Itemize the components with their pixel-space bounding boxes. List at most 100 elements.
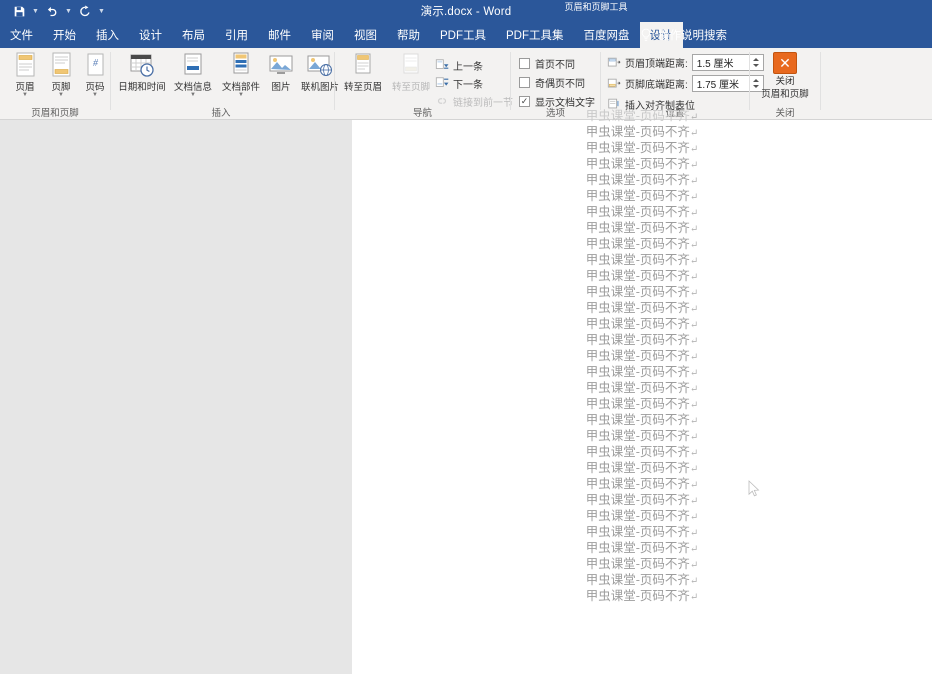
document-body-line-text: 甲虫课堂-页码不齐 [585,220,690,235]
tab-pdf-tools[interactable]: PDF工具 [430,22,496,48]
tab-home[interactable]: 开始 [43,22,86,48]
date-time-button-label: 日期和时间 [118,82,166,93]
document-body-line-text: 甲虫课堂-页码不齐 [585,236,690,251]
footer-region[interactable]: 页脚 ↵ ▸ [352,602,932,674]
close-header-footer-label-line2: 页眉和页脚 [761,89,809,100]
document-title: 演示.docx - Word [420,6,512,18]
save-icon-svg [14,6,24,16]
paragraph-mark: ↵ [689,400,699,411]
paragraph-mark: ↵ [689,176,699,187]
tab-layout[interactable]: 布局 [172,22,215,48]
paragraph-mark: ↵ [689,448,699,459]
undo-dropdown-caret[interactable]: ▼ [30,1,41,21]
tab-baidu-netdisk[interactable]: 百度网盘 [574,22,640,48]
document-body-line: 甲虫课堂-页码不齐↵ [352,572,932,588]
customize-qat-caret[interactable]: ▼ [96,1,107,21]
paragraph-mark: ↵ [689,144,699,155]
tab-insert[interactable]: 插入 [86,22,129,48]
footer-distance-icon [607,78,621,87]
document-body-line-text: 甲虫课堂-页码不齐 [585,444,690,459]
document-body-line-text: 甲虫课堂-页码不齐 [585,156,690,171]
document-body-line-text: 甲虫课堂-页码不齐 [585,524,690,539]
document-page[interactable]: 甲虫课堂-页码不齐↵ 甲虫课堂-页码不齐↵ 甲虫课堂-页码不齐↵ 甲虫课堂-页码不齐↵… [352,108,932,674]
document-body-line: 甲虫课堂-页码不齐↵ [352,412,932,428]
redo-dropdown-caret[interactable]: ▼ [63,1,74,21]
save-icon[interactable] [8,1,30,21]
tab-mailings[interactable]: 邮件 [258,22,301,48]
redo-icon[interactable] [74,1,96,21]
tab-help[interactable]: 帮助 [387,22,430,48]
header-button-caret[interactable]: ▼ [22,92,28,98]
document-body-line-text: 甲虫课堂-页码不齐 [585,188,690,203]
tab-view[interactable]: 视图 [344,22,387,48]
doc-parts-button-caret[interactable]: ▼ [238,92,244,98]
header-distance-label: 页眉顶端距离: [625,59,688,70]
footer-distance-label: 页脚底端距离: [625,80,688,91]
document-body-line: 甲虫课堂-页码不齐↵ [352,188,932,204]
checkbox-different-odd-even[interactable]: 奇偶页不同 [519,75,585,90]
document-body-line: 甲虫课堂-页码不齐↵ [352,380,932,396]
document-body-line: 甲虫课堂-页码不齐↵ [352,396,932,412]
document-body-line: 甲虫课堂-页码不齐↵ [352,540,932,556]
document-body-line-text: 甲虫课堂-页码不齐 [585,476,690,491]
tab-references[interactable]: 引用 [215,22,258,48]
checkbox-different-odd-even-box[interactable] [519,77,530,88]
previous-button-label: 上一条 [453,61,483,73]
document-body-line: 甲虫课堂-页码不齐↵ [352,460,932,476]
date-time-icon [130,54,154,77]
date-time-button[interactable]: 日期和时间 [115,51,169,107]
close-header-footer-button[interactable]: ✕ 关闭 页眉和页脚 [756,52,814,110]
document-body-line-text: 甲虫课堂-页码不齐 [585,492,690,507]
paragraph-mark: ↵ [689,320,699,331]
document-body-line-text: 甲虫课堂-页码不齐 [585,380,690,395]
tab-review[interactable]: 审阅 [301,22,344,48]
paragraph-mark: ↵ [689,128,699,139]
document-body-line-text: 甲虫课堂-页码不齐 [585,108,690,123]
document-body-line-text: 甲虫课堂-页码不齐 [585,284,690,299]
document-body-line: 甲虫课堂-页码不齐↵ [352,492,932,508]
checkbox-different-first-page-box[interactable] [519,58,530,69]
checkbox-different-first-page[interactable]: 首页不同 [519,56,575,71]
tab-pdf-toolset[interactable]: PDF工具集 [496,22,574,48]
footer-button-caret[interactable]: ▼ [58,92,64,98]
paragraph-mark: ↵ [689,368,699,379]
document-body-line-text: 甲虫课堂-页码不齐 [585,172,690,187]
document-body-line-text: 甲虫课堂-页码不齐 [585,428,690,443]
ribbon-tabs: 文件 开始 插入 设计 布局 引用 邮件 审阅 视图 帮助 PDF工具 PDF工… [0,22,683,48]
doc-parts-button[interactable]: 文档部件 ▼ [217,51,265,107]
previous-button[interactable]: 上一条 [435,57,483,73]
document-body-line: 甲虫课堂-页码不齐↵ [352,140,932,156]
document-body-line-text: 甲虫课堂-页码不齐 [585,332,690,347]
paragraph-mark: ↵ [689,288,699,299]
document-body-line-text: 甲虫课堂-页码不齐 [585,140,690,155]
ribbon-tab-strip: 文件 开始 插入 设计 布局 引用 邮件 审阅 视图 帮助 PDF工具 PDF工… [0,22,932,48]
document-body-line: 甲虫课堂-页码不齐↵ [352,268,932,284]
document-body-line-text: 甲虫课堂-页码不齐 [585,588,690,603]
document-body-line: 甲虫课堂-页码不齐↵ [352,348,932,364]
document-body-line: 甲虫课堂-页码不齐↵ [352,556,932,572]
document-body-line-text: 甲虫课堂-页码不齐 [585,508,690,523]
document-body-line: 甲虫课堂-页码不齐↵ [352,300,932,316]
doc-info-button-caret[interactable]: ▼ [190,92,196,98]
online-picture-icon [307,55,332,76]
paragraph-mark: ↵ [689,464,699,475]
page-number-button-caret[interactable]: ▼ [92,92,98,98]
doc-parts-icon [233,52,249,74]
document-body-line-text: 甲虫课堂-页码不齐 [585,316,690,331]
paragraph-mark: ↵ [689,160,699,171]
footer-page-icon [52,52,71,77]
goto-header-button[interactable]: 转至页眉 [339,51,387,107]
header-distance-row: 页眉顶端距离: 1.5 厘米 [607,54,764,71]
tab-design[interactable]: 设计 [129,22,172,48]
paragraph-mark: ↵ [689,416,699,427]
undo-icon[interactable] [41,1,63,21]
doc-info-button[interactable]: 文档信息 ▼ [169,51,217,107]
goto-footer-button-label: 转至页脚 [391,82,430,93]
paragraph-mark: ↵ [689,512,699,523]
tell-me-search[interactable]: 操作说明搜索 [640,22,727,48]
tab-file[interactable]: 文件 [0,22,43,48]
previous-icon [435,59,449,69]
picture-button[interactable]: 图片 [265,51,297,107]
mouse-cursor [748,480,760,497]
next-button[interactable]: 下一条 [435,75,483,91]
